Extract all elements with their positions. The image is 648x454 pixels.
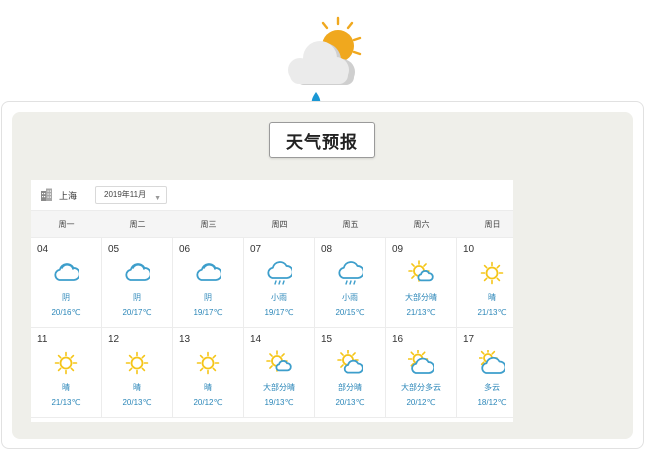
page-title: 天气预报 — [269, 122, 375, 158]
temperature-range: 20/16℃ — [51, 308, 81, 317]
temperature-range: 20/13℃ — [122, 398, 152, 407]
temperature-range: 19/13℃ — [264, 398, 294, 407]
sunny-icon — [124, 350, 150, 376]
day-cell[interactable]: 07 小雨 19/17℃ — [244, 238, 315, 328]
day-cell[interactable]: 05 阴 20/17℃ — [102, 238, 173, 328]
day-cell[interactable]: 17 多云 18/12℃ — [457, 328, 513, 418]
day-number: 14 — [250, 334, 262, 345]
day-number: 09 — [392, 244, 404, 255]
temperature-range: 21/13℃ — [406, 308, 436, 317]
month-select[interactable]: 2019年11月 ▼ — [95, 186, 167, 204]
sunny-icon — [53, 350, 79, 376]
day-number: 13 — [179, 334, 191, 345]
day-cell[interactable]: 15 部分晴 20/13℃ — [315, 328, 386, 418]
weekday-label: 周二 — [129, 220, 146, 229]
temperature-range: 18/12℃ — [477, 398, 507, 407]
chevron-down-icon: ▼ — [154, 195, 161, 202]
temperature-range: 19/17℃ — [193, 308, 223, 317]
cloudy-icon — [478, 348, 507, 376]
weekday-label: 周三 — [200, 220, 217, 229]
weekday-label: 周日 — [484, 220, 501, 229]
weekday-label: 周四 — [271, 220, 288, 229]
overcast-icon — [53, 260, 81, 286]
temperature-range: 19/17℃ — [264, 308, 294, 317]
day-cell[interactable]: 08 小雨 20/15℃ — [315, 238, 386, 328]
mostly-sunny-icon — [266, 350, 292, 376]
weekday-label: 周一 — [58, 220, 75, 229]
day-number: 11 — [37, 334, 48, 345]
sunny-icon — [479, 260, 505, 286]
building-icon — [41, 188, 52, 201]
day-cell[interactable]: 14 大部分晴 19/13℃ — [244, 328, 315, 418]
day-number: 07 — [250, 244, 262, 255]
weather-forecast-page: 天气预报 上海 2019年11月 ▼ 周一 周二 周三 周四 周五 周六 周日 0 — [0, 0, 648, 454]
day-cell[interactable]: 12 晴 20/13℃ — [102, 328, 173, 418]
day-cell[interactable]: 04 阴 20/16℃ — [31, 238, 102, 328]
day-cell[interactable]: 13 晴 20/12℃ — [173, 328, 244, 418]
temperature-range: 20/13℃ — [335, 398, 365, 407]
temperature-range: 20/17℃ — [122, 308, 152, 317]
weather-condition: 晴 — [488, 293, 496, 302]
weather-condition: 小雨 — [342, 293, 358, 302]
weather-condition: 部分晴 — [338, 383, 362, 392]
weather-condition: 大部分晴 — [405, 293, 437, 302]
temperature-range: 20/15℃ — [335, 308, 365, 317]
day-number: 10 — [463, 244, 475, 255]
weather-condition: 大部分多云 — [401, 383, 441, 392]
weekday-label: 周六 — [413, 220, 430, 229]
weather-condition: 大部分晴 — [263, 383, 295, 392]
day-cell[interactable]: 06 阴 19/17℃ — [173, 238, 244, 328]
weekday-header: 周一 周二 周三 周四 周五 周六 周日 — [31, 210, 513, 238]
calendar-widget: 上海 2019年11月 ▼ 周一 周二 周三 周四 周五 周六 周日 04 阴 20/16℃ 05… — [31, 180, 513, 422]
overcast-icon — [124, 260, 152, 286]
month-select-value: 2019年11月 — [104, 190, 147, 199]
weather-condition: 小雨 — [271, 293, 287, 302]
weather-condition: 晴 — [204, 383, 212, 392]
weather-condition: 阴 — [133, 293, 141, 302]
weather-condition: 晴 — [133, 383, 141, 392]
day-number: 04 — [37, 244, 49, 255]
day-cell[interactable]: 09 大部分晴 21/13℃ — [386, 238, 457, 328]
temperature-range: 20/12℃ — [193, 398, 223, 407]
weather-condition: 阴 — [62, 293, 70, 302]
day-number: 06 — [179, 244, 191, 255]
day-cell[interactable]: 11 晴 21/13℃ — [31, 328, 102, 418]
temperature-range: 20/12℃ — [406, 398, 436, 407]
day-cell[interactable]: 16 大部分多云 20/12℃ — [386, 328, 457, 418]
mostly-cloudy-icon — [407, 348, 436, 376]
sunny-icon — [195, 350, 221, 376]
weekday-label: 周五 — [342, 220, 359, 229]
temperature-range: 21/13℃ — [51, 398, 81, 407]
day-number: 12 — [108, 334, 120, 345]
day-number: 08 — [321, 244, 333, 255]
weather-condition: 阴 — [204, 293, 212, 302]
light-rain-icon — [266, 260, 294, 286]
day-number: 16 — [392, 334, 404, 345]
day-number: 17 — [463, 334, 475, 345]
sun-cloud-rain-icon — [288, 16, 362, 105]
weather-condition: 晴 — [62, 383, 70, 392]
day-number: 05 — [108, 244, 120, 255]
day-cell[interactable]: 10 晴 21/13℃ — [457, 238, 513, 328]
city-label: 上海 — [59, 191, 78, 201]
weather-condition: 多云 — [484, 383, 500, 392]
overcast-icon — [195, 260, 223, 286]
temperature-range: 21/13℃ — [477, 308, 507, 317]
light-rain-icon — [337, 260, 365, 286]
calendar-toolbar: 上海 2019年11月 ▼ — [31, 180, 513, 210]
day-number: 15 — [321, 334, 333, 345]
mostly-sunny-icon — [408, 260, 434, 286]
partly-sunny-icon — [337, 349, 364, 376]
